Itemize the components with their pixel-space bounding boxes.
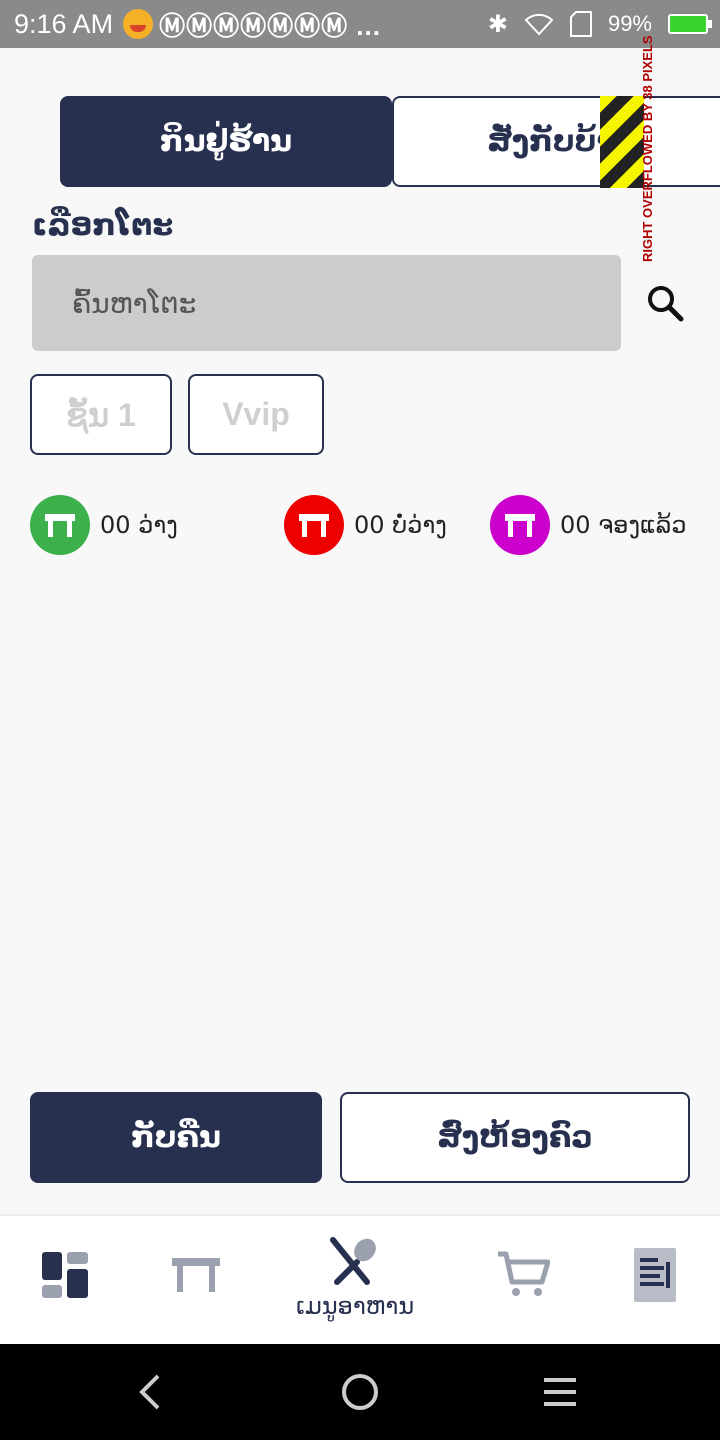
bottom-nav: ເມນູອາຫານ (0, 1214, 720, 1344)
receipt-icon (634, 1248, 676, 1302)
search-icon (648, 286, 684, 322)
send-to-kitchen-button[interactable]: ສົ່ງຫ້ອງຄົວ (340, 1092, 690, 1183)
table-icon (172, 1258, 220, 1292)
nav-item-cart[interactable] (496, 1250, 550, 1298)
nav-item-tables[interactable] (172, 1256, 220, 1294)
system-back-button[interactable] (104, 1344, 200, 1440)
nav-item-receipt[interactable] (634, 1248, 676, 1302)
legend-occupied: 00 ບໍ່ວ່າງ (284, 495, 447, 555)
search-placeholder: ຄົ້ນຫາໂຕະ (72, 286, 197, 320)
system-menu-button[interactable] (512, 1344, 608, 1440)
menu-lines-icon (544, 1378, 576, 1406)
legend-available: 00 ວ່າງ (30, 495, 178, 555)
battery-icon (668, 14, 712, 34)
bluetooth-icon: ✱ (487, 10, 508, 38)
table-search-input[interactable]: ຄົ້ນຫາໂຕະ (32, 255, 621, 351)
wifi-icon (524, 13, 554, 36)
nav-item-food-menu[interactable]: ເມນູອາຫານ (296, 1236, 414, 1320)
table-occupied-icon (284, 495, 344, 555)
home-circle-icon (342, 1374, 378, 1410)
battery-percent: 99% (607, 11, 652, 36)
search-button[interactable] (640, 278, 690, 328)
legend-occupied-count: 00 (354, 511, 385, 539)
sim-icon (569, 11, 592, 37)
legend-available-label: ວ່າງ (138, 511, 178, 539)
legend-occupied-label: ບໍ່ວ່າງ (392, 511, 447, 539)
section-label-select-table: ເລືອກໂຕະ (32, 208, 174, 243)
overflow-warning-stripe (600, 96, 644, 188)
tab-take-home[interactable]: ສັ່ງກັບບ້ານ (392, 96, 720, 187)
nav-label-food-menu: ເມນູອາຫານ (296, 1292, 415, 1320)
tab-dine-in[interactable]: ກິນຢູ່ຮ້ານ (60, 96, 392, 187)
emoji-notification-icon (123, 9, 154, 39)
status-time: 9:16 AM (14, 8, 114, 39)
nav-item-dashboard[interactable] (42, 1252, 88, 1298)
zone-chip-vvip[interactable]: Vvip (188, 374, 324, 455)
back-arrow-icon (139, 1374, 160, 1410)
notification-icons: ⓂⓂⓂⓂⓂⓂⓂ ... (159, 10, 381, 41)
status-bar: 9:16 AM ⓂⓂⓂⓂⓂⓂⓂ ... ✱ 99% (0, 0, 720, 48)
table-reserved-icon (490, 495, 550, 555)
dashboard-icon (42, 1252, 88, 1298)
legend-available-count: 00 (100, 511, 131, 539)
overflow-warning-text: RIGHT OVERFLOWED BY 38 PIXELS (640, 35, 655, 262)
legend-reserved-count: 00 (560, 511, 591, 539)
food-menu-icon (330, 1237, 376, 1285)
legend-reserved: 00 ຈອງແລ້ວ (490, 495, 687, 555)
back-button[interactable]: ກັບຄືນ (30, 1092, 322, 1183)
zone-chip-floor-1[interactable]: ຊັ້ນ 1 (30, 374, 172, 455)
table-available-icon (30, 495, 90, 555)
system-nav-bar (0, 1344, 720, 1440)
cart-icon (498, 1251, 550, 1296)
legend-reserved-label: ຈອງແລ້ວ (598, 511, 687, 539)
system-home-button[interactable] (312, 1344, 408, 1440)
